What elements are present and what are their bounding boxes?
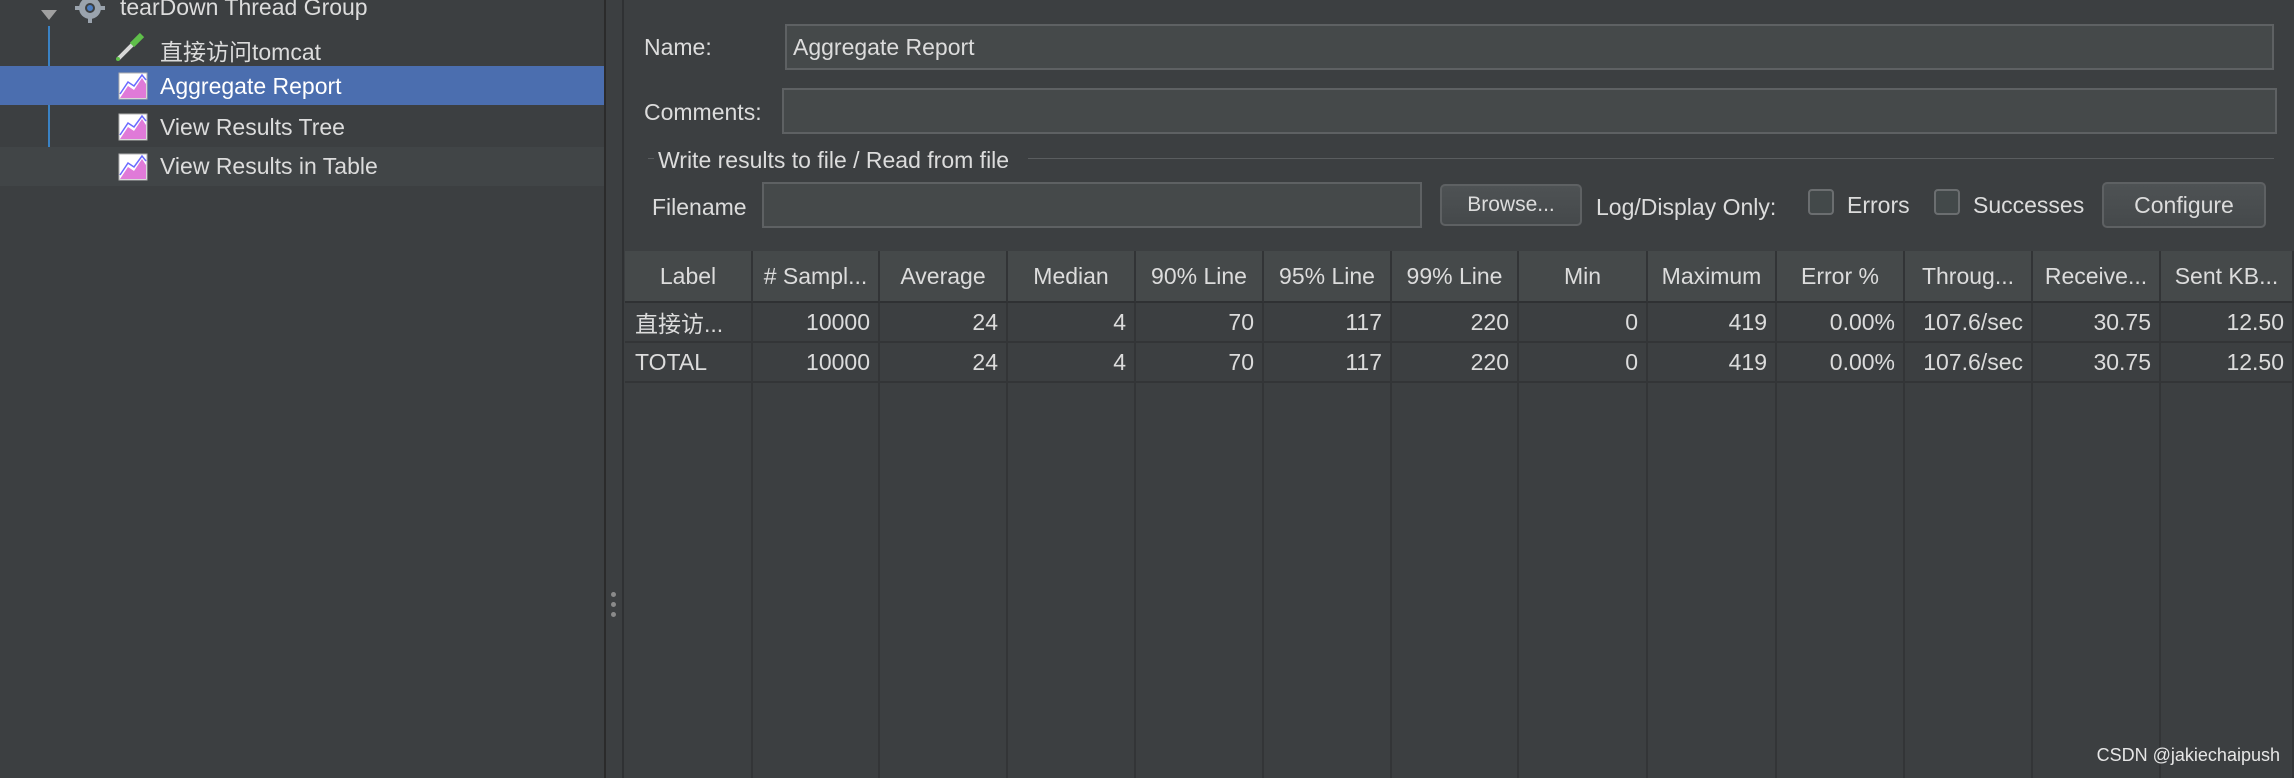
table-cell: 117 xyxy=(1345,308,1382,335)
table-cell: 12.50 xyxy=(2226,348,2284,375)
column-header[interactable]: Average xyxy=(880,251,1008,303)
column-header[interactable]: Median xyxy=(1008,251,1136,303)
tree-item-direct-tomcat[interactable]: 直接访问tomcat xyxy=(0,27,604,66)
name-input[interactable]: Aggregate Report xyxy=(785,24,2274,70)
name-input-value: Aggregate Report xyxy=(793,33,975,60)
table-cell: 30.75 xyxy=(2093,308,2151,335)
tree-item-label: Aggregate Report xyxy=(160,73,342,99)
table-cell: 12.50 xyxy=(2226,308,2284,335)
table-cell: TOTAL xyxy=(635,348,707,375)
configure-button-label: Configure xyxy=(2134,191,2234,218)
table-cell: 70 xyxy=(1228,348,1254,375)
column-header[interactable]: Sent KB... xyxy=(2161,251,2294,303)
name-label: Name: xyxy=(644,34,712,60)
table-cell: 4 xyxy=(1113,348,1126,375)
section-divider xyxy=(648,158,654,159)
test-plan-tree: tearDown Thread Group 直接访问tomcat Aggrega… xyxy=(0,0,604,778)
configure-button[interactable]: Configure xyxy=(2102,182,2266,228)
file-section-title: Write results to file / Read from file xyxy=(658,147,1010,173)
section-divider xyxy=(1028,158,2274,159)
tree-item-aggregate-report[interactable]: Aggregate Report xyxy=(0,66,604,105)
splitter-dot xyxy=(611,592,616,597)
table-cell: 直接访... xyxy=(635,311,724,337)
panel-border xyxy=(622,0,624,778)
browse-button[interactable]: Browse... xyxy=(1440,184,1582,226)
column-header[interactable]: # Sampl... xyxy=(753,251,880,303)
listener-graph-icon xyxy=(118,153,148,181)
table-row[interactable]: TOTAL 10000 24 4 70 117 220 0 419 0.00% 107.6/sec 3… xyxy=(625,343,2294,383)
tree-item-view-results-in-table[interactable]: View Results in Table xyxy=(0,147,604,186)
table-cell: 30.75 xyxy=(2093,348,2151,375)
successes-checkbox-label: Successes xyxy=(1973,192,2085,218)
table-cell: 0 xyxy=(1625,308,1638,335)
tree-item-label: View Results Tree xyxy=(160,114,345,140)
column-header[interactable]: Throug... xyxy=(1905,251,2033,303)
errors-checkbox-label: Errors xyxy=(1847,192,1910,218)
table-cell: 0 xyxy=(1625,348,1638,375)
watermark: CSDN @jakiechaipush xyxy=(2096,745,2280,765)
column-header[interactable]: Min xyxy=(1519,251,1648,303)
filename-input[interactable] xyxy=(762,182,1422,228)
browse-button-label: Browse... xyxy=(1467,193,1555,216)
table-cell: 419 xyxy=(1728,308,1767,335)
table-cell: 0.00% xyxy=(1829,308,1895,335)
successes-checkbox[interactable] xyxy=(1934,189,1960,215)
table-row[interactable]: 直接访... 10000 24 4 70 117 220 0 419 0.00% 107.6/sec… xyxy=(625,303,2294,343)
table-cell: 24 xyxy=(972,348,998,375)
tree-item-label: tearDown Thread Group xyxy=(120,0,368,20)
table-cell: 0.00% xyxy=(1829,348,1895,375)
column-header[interactable]: Receive... xyxy=(2033,251,2161,303)
column-header[interactable]: Maximum xyxy=(1648,251,1777,303)
column-header[interactable]: Error % xyxy=(1777,251,1905,303)
splitter-dot xyxy=(611,612,616,617)
table-cell: 10000 xyxy=(806,308,870,335)
comments-label: Comments: xyxy=(644,99,762,125)
tree-item-teardown-thread-group[interactable]: tearDown Thread Group xyxy=(0,0,604,27)
table-cell: 107.6/sec xyxy=(1923,348,2023,375)
filename-label: Filename xyxy=(652,194,747,220)
splitter-dot xyxy=(611,602,616,607)
aggregate-results-table[interactable]: Label # Sampl... Average Median 90% Line 95% … xyxy=(625,251,2294,778)
tree-item-view-results-tree[interactable]: View Results Tree xyxy=(0,107,604,146)
listener-graph-icon xyxy=(118,113,148,141)
listener-graph-icon xyxy=(118,72,148,100)
table-cell: 10000 xyxy=(806,348,870,375)
column-header[interactable]: 90% Line xyxy=(1136,251,1264,303)
table-cell: 117 xyxy=(1345,348,1382,375)
column-header[interactable]: Label xyxy=(625,251,753,303)
column-header[interactable]: 99% Line xyxy=(1392,251,1519,303)
table-cell: 419 xyxy=(1728,348,1767,375)
panel-splitter-handle[interactable] xyxy=(606,0,622,778)
pipette-sampler-icon xyxy=(114,31,145,61)
expand-triangle-icon[interactable] xyxy=(40,1,58,20)
table-cell: 4 xyxy=(1113,308,1126,335)
comments-input[interactable] xyxy=(782,88,2277,134)
table-cell: 107.6/sec xyxy=(1923,308,2023,335)
log-display-only-label: Log/Display Only: xyxy=(1596,194,1777,220)
gear-icon xyxy=(74,0,105,23)
tree-item-label: 直接访问tomcat xyxy=(160,39,322,65)
table-cell: 70 xyxy=(1228,308,1254,335)
column-header[interactable]: 95% Line xyxy=(1264,251,1392,303)
table-cell: 220 xyxy=(1470,348,1509,375)
table-cell: 24 xyxy=(972,308,998,335)
errors-checkbox[interactable] xyxy=(1808,189,1834,215)
tree-item-label: View Results in Table xyxy=(160,153,378,179)
table-cell: 220 xyxy=(1470,308,1509,335)
